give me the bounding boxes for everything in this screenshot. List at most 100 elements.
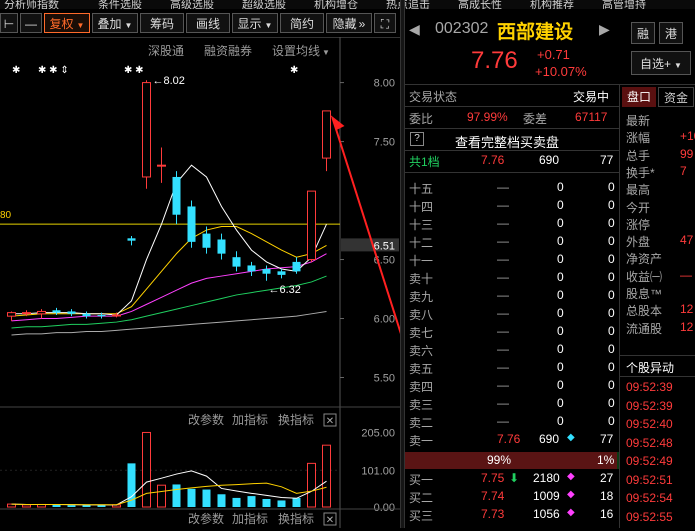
level-qty: 0 — [557, 360, 564, 374]
huaxian-button[interactable]: 画线 — [186, 13, 230, 33]
candle-body[interactable] — [322, 110, 331, 159]
level-price: — — [497, 342, 509, 356]
kline-chart-svg[interactable]: 8.007.506.506.005.506.5180←8.02←6.32✱ ✱ ✱… — [0, 37, 400, 528]
topnav-item[interactable]: 高成长性 — [458, 0, 502, 9]
candle-body[interactable] — [292, 261, 301, 272]
movement-time[interactable]: 09:52:51 — [626, 473, 673, 487]
buy-level-row[interactable]: 买三 7.73 1056 ◆ 16 — [405, 507, 619, 525]
topnav-item[interactable]: 高级选股 — [170, 0, 214, 9]
diejia-dropdown[interactable]: 叠加 ▼ — [92, 13, 138, 33]
buy-level-row[interactable]: 买一 7.75 ⬇ 2180 ◆ 27 — [405, 471, 619, 489]
volume-bar[interactable] — [322, 444, 331, 508]
topnav-item[interactable]: 条件选股 — [98, 0, 142, 9]
level-price: — — [497, 270, 509, 284]
candle-body[interactable] — [127, 238, 136, 241]
candle-body[interactable] — [232, 257, 241, 267]
yincang-button[interactable]: 隐藏» — [326, 13, 372, 33]
forward-arrow-icon[interactable]: ▶ — [599, 21, 610, 38]
volume-bar[interactable] — [22, 504, 31, 508]
volume-bar[interactable] — [277, 500, 286, 507]
candle-body[interactable] — [157, 164, 166, 167]
sell-level-row[interactable]: 卖四 — 0 0 — [405, 378, 619, 396]
topnav-item[interactable]: 高管增持 — [602, 0, 646, 9]
full-book-link[interactable]: 查看完整档买卖盘 — [455, 132, 559, 151]
help-icon[interactable]: ? — [410, 132, 424, 146]
xianshi-dropdown[interactable]: 显示 ▼ — [232, 13, 278, 33]
volume-bar[interactable] — [142, 431, 151, 508]
sell-level-row[interactable]: 卖三 — 0 0 — [405, 396, 619, 414]
topnav-item[interactable]: 热点追击 — [386, 0, 430, 9]
sell-level-row[interactable]: 十一 — 0 0 — [405, 252, 619, 270]
candle-body[interactable] — [7, 312, 16, 317]
gang-button[interactable]: 港 — [659, 22, 683, 44]
candle-body[interactable] — [37, 310, 46, 315]
volume-bar[interactable] — [262, 499, 271, 507]
candle-body[interactable] — [247, 265, 256, 272]
movement-time[interactable]: 09:52:54 — [626, 491, 673, 505]
candle-body[interactable] — [277, 271, 286, 275]
candle-body[interactable] — [217, 239, 226, 254]
candle-body[interactable] — [82, 313, 91, 317]
topnav-item[interactable]: 机构增仓 — [314, 0, 358, 9]
sell-level-row[interactable]: 卖二 — 0 0 — [405, 414, 619, 432]
volume-bar[interactable] — [97, 505, 106, 507]
volume-bar[interactable] — [172, 484, 181, 507]
candle-body[interactable] — [97, 314, 106, 317]
volume-bar[interactable] — [202, 489, 211, 507]
back-arrow-icon[interactable]: ◀ — [409, 21, 420, 38]
movement-time[interactable]: 09:52:39 — [626, 399, 673, 413]
rong-button[interactable]: 融 — [631, 22, 655, 44]
volume-bar[interactable] — [307, 462, 316, 508]
fuquan-dropdown[interactable]: 复权 ▼ — [44, 13, 90, 33]
sell-level-row[interactable]: 十五 — 0 0 — [405, 180, 619, 198]
buy-levels: 买一 7.75 ⬇ 2180 ◆ 27 买二 7.74 1009 ◆ 18 买三 7.73 1056 ◆ 16 — [405, 471, 619, 531]
candle-body[interactable] — [172, 176, 181, 215]
candle-body[interactable] — [67, 311, 76, 314]
sell-level-row[interactable]: 卖十 — 0 0 — [405, 270, 619, 288]
zoom-out-button[interactable]: — — [20, 13, 42, 33]
volume-bar[interactable] — [292, 497, 301, 507]
topnav-item[interactable]: 分析师指数 — [4, 0, 59, 9]
sell-level-row[interactable]: 卖七 — 0 0 — [405, 324, 619, 342]
volume-bar[interactable] — [52, 504, 61, 507]
candle-body[interactable] — [202, 233, 211, 248]
level-label: 十五 — [409, 182, 434, 196]
sell-level-row[interactable]: 卖五 — 0 0 — [405, 360, 619, 378]
sell-level-row[interactable]: 十四 — 0 0 — [405, 198, 619, 216]
fullscreen-icon[interactable]: ⛶ — [374, 13, 396, 33]
sell-level-row[interactable]: 卖一 7.76 690 ◆ 77 — [405, 432, 619, 450]
tab-zijin[interactable]: 资金 — [658, 87, 694, 107]
candle-body[interactable] — [22, 312, 31, 315]
sell-level-row[interactable]: 卖八 — 0 0 — [405, 306, 619, 324]
movement-time[interactable]: 09:52:49 — [626, 454, 673, 468]
chouma-button[interactable]: 筹码 — [140, 13, 184, 33]
candle-body[interactable] — [52, 310, 61, 313]
volume-bar[interactable] — [187, 488, 196, 507]
jianyue-button[interactable]: 简约 — [280, 13, 324, 33]
candle-body[interactable] — [112, 314, 121, 317]
movement-time[interactable]: 09:52:55 — [626, 510, 673, 524]
volume-bar[interactable] — [232, 497, 241, 507]
tab-pankou[interactable]: 盘口 — [622, 87, 656, 107]
topnav-item[interactable]: 机构推荐 — [530, 0, 574, 9]
sell-level-row[interactable]: 十三 — 0 0 — [405, 216, 619, 234]
candle-body[interactable] — [142, 82, 151, 178]
zixuan-button[interactable]: 自选+ ▼ — [631, 51, 691, 75]
movement-time[interactable]: 09:52:39 — [626, 380, 673, 394]
topnav-item[interactable]: 超级选股 — [242, 0, 286, 9]
level-price: 7.76 — [497, 432, 521, 446]
volume-bar[interactable] — [157, 484, 166, 508]
movement-time[interactable]: 09:52:48 — [626, 436, 673, 450]
candle-body[interactable] — [262, 268, 271, 274]
volume-bar[interactable] — [217, 494, 226, 507]
volume-bar[interactable] — [67, 505, 76, 507]
candle-body[interactable] — [307, 190, 316, 261]
buy-level-row[interactable]: 买二 7.74 1009 ◆ 18 — [405, 489, 619, 507]
movement-time[interactable]: 09:52:40 — [626, 417, 673, 431]
volume-bar[interactable] — [247, 496, 256, 507]
sell-level-row[interactable]: 卖九 — 0 0 — [405, 288, 619, 306]
sell-level-row[interactable]: 十二 — 0 0 — [405, 234, 619, 252]
sell-level-row[interactable]: 卖六 — 0 0 — [405, 342, 619, 360]
collapse-left-icon[interactable]: ⊢ — [0, 13, 18, 33]
candle-body[interactable] — [187, 206, 196, 242]
